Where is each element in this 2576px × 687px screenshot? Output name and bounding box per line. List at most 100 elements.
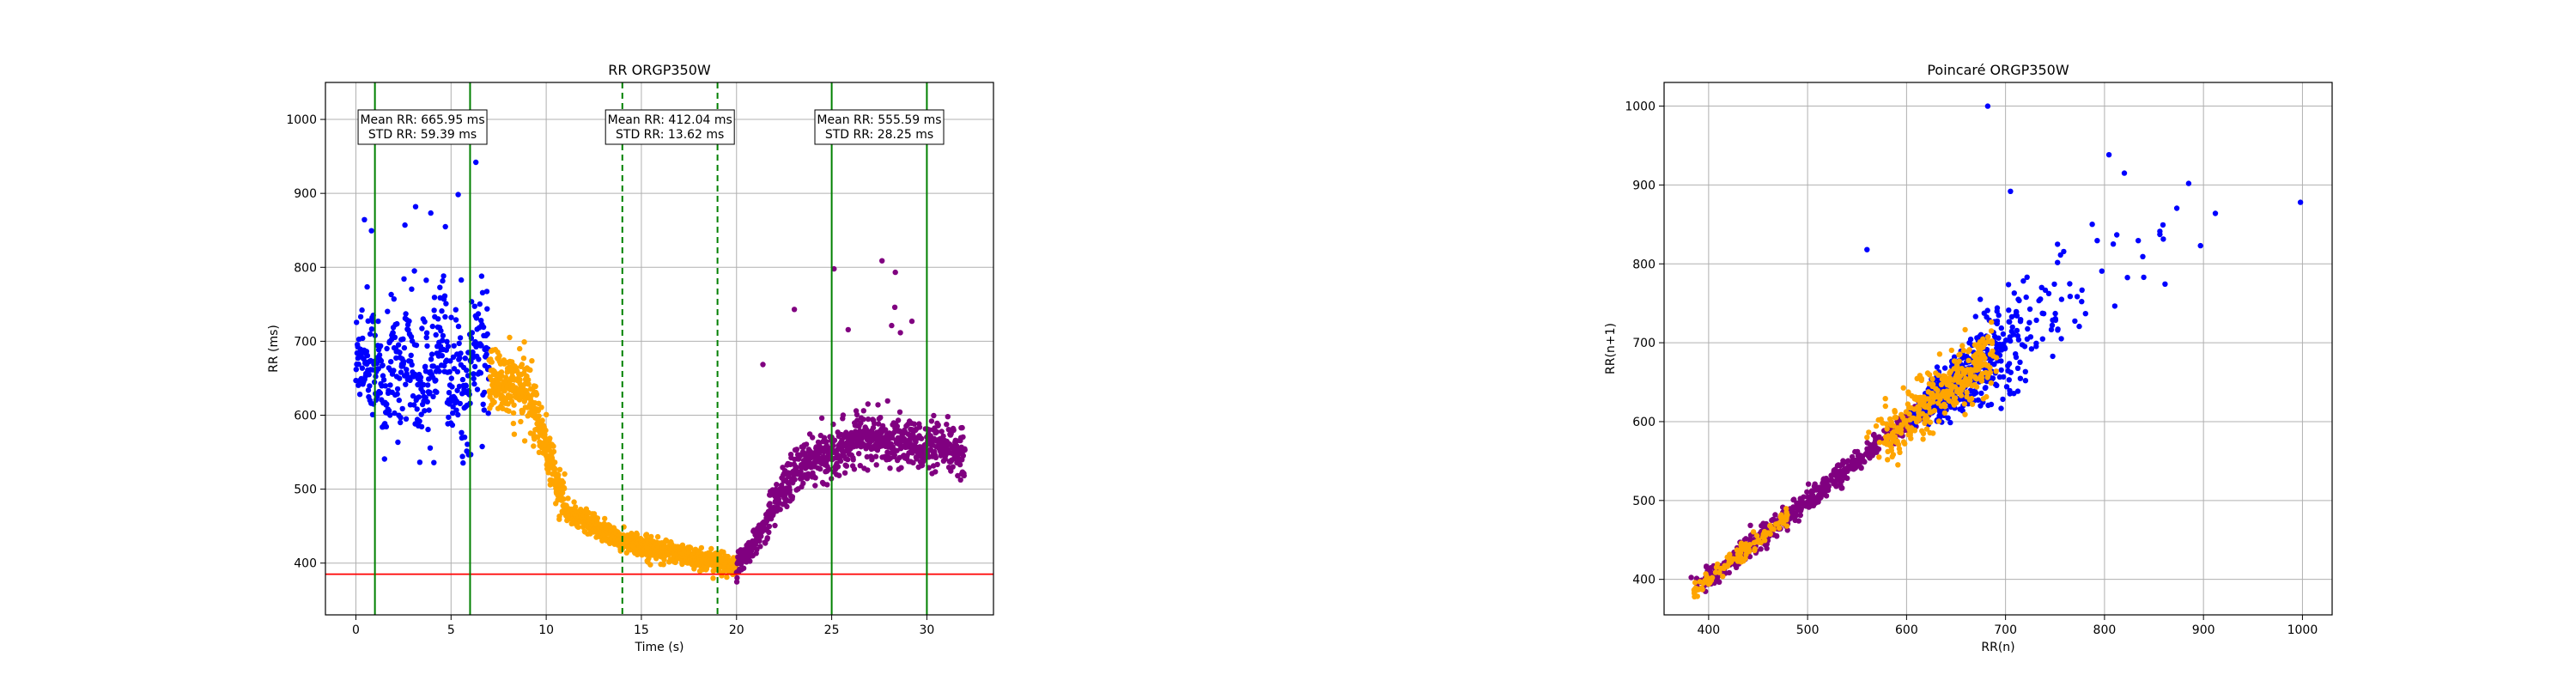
rr-point — [506, 408, 512, 414]
poincare-point — [1769, 525, 1775, 532]
rr-point — [957, 477, 963, 483]
rr-point — [878, 415, 884, 421]
rr-point — [459, 376, 466, 383]
poincare-point — [2014, 365, 2021, 371]
rr-point — [887, 465, 893, 471]
rr-point — [424, 343, 430, 350]
rr-point — [480, 324, 487, 331]
rr-point — [865, 467, 871, 473]
rr-point — [896, 409, 903, 415]
poincare-point — [1803, 503, 1809, 509]
rr-point — [511, 402, 517, 408]
poincare-point — [1849, 461, 1855, 468]
rr-point — [416, 418, 422, 424]
rr-x-tick-label: 25 — [824, 623, 840, 637]
rr-point — [764, 535, 770, 541]
rr-points — [353, 159, 968, 585]
rr-point — [443, 301, 449, 307]
poincare-point — [2197, 242, 2203, 249]
poincare-point — [2026, 306, 2033, 313]
poincare-point — [1918, 377, 1924, 384]
poincare-x-tick-label: 500 — [1796, 623, 1820, 637]
poincare-point — [1888, 447, 1894, 453]
rr-point — [562, 485, 568, 492]
rr-point — [399, 405, 405, 412]
poincare-point — [1921, 404, 1928, 410]
poincare-point — [1947, 382, 1953, 389]
poincare-point — [1753, 532, 1760, 539]
poincare-point — [2022, 378, 2029, 384]
poincare-point — [1873, 444, 1880, 451]
rr-point — [383, 423, 390, 430]
rr-point — [895, 417, 902, 423]
rr-point — [436, 368, 442, 374]
poincare-point — [2017, 359, 2023, 365]
poincare-point — [1998, 367, 2004, 374]
poincare-point — [1873, 423, 1880, 429]
rr-point — [403, 416, 410, 422]
rr-point — [481, 389, 488, 396]
rr-annotation-std: STD RR: 28.25 ms — [825, 128, 933, 142]
poincare-point — [2055, 326, 2061, 332]
rr-point — [440, 332, 447, 339]
poincare-x-tick-label: 800 — [2093, 623, 2117, 637]
poincare-point — [1987, 365, 1993, 371]
rr-point — [758, 533, 764, 539]
poincare-point — [1959, 343, 1965, 349]
poincare-point — [2033, 340, 2039, 346]
rr-point — [427, 445, 434, 451]
rr-point — [397, 375, 403, 381]
poincare-point — [2023, 294, 2029, 301]
poincare-point — [2000, 396, 2006, 403]
poincare-point — [1988, 380, 1994, 386]
poincare-point — [1972, 356, 1979, 363]
rr-point — [416, 459, 423, 465]
poincare-point — [1954, 369, 1961, 375]
rr-point — [889, 322, 895, 329]
rr-point — [419, 325, 425, 331]
poincare-point — [1947, 419, 1953, 426]
poincare-point — [1975, 344, 1981, 351]
rr-point — [388, 359, 394, 365]
rr-point — [962, 447, 968, 453]
poincare-x-tick-label: 1000 — [2287, 623, 2318, 637]
poincare-point — [2018, 317, 2024, 323]
poincare-point — [2038, 284, 2044, 290]
rr-point — [394, 391, 400, 398]
poincare-point — [1767, 531, 1773, 537]
poincare-point — [1973, 365, 1979, 371]
poincare-point — [2089, 222, 2095, 228]
poincare-point — [1931, 407, 1938, 414]
rr-point — [395, 439, 401, 446]
poincare-point — [2006, 377, 2012, 383]
poincare-point — [2297, 199, 2304, 205]
poincare-chart: 400 500 600 700 800 900 1000 400 500 600 700 800 90… — [1604, 62, 2333, 654]
poincare-point — [1984, 307, 1990, 313]
rr-point — [425, 382, 431, 388]
poincare-point — [1820, 478, 1826, 484]
rr-point — [448, 314, 454, 320]
rr-point — [950, 464, 956, 470]
rr-point — [935, 422, 941, 429]
poincare-point — [2072, 318, 2078, 325]
rr-point — [565, 495, 571, 502]
poincare-point — [1990, 348, 1996, 355]
rr-annotation-std: STD RR: 59.39 ms — [368, 128, 477, 142]
rr-point — [447, 368, 453, 375]
poincare-point — [1941, 410, 1948, 416]
poincare-point — [1998, 325, 2004, 331]
rr-point — [401, 344, 408, 351]
poincare-point — [1871, 431, 1877, 438]
poincare-point — [1699, 587, 1705, 593]
rr-point — [556, 466, 563, 472]
rr-point — [413, 342, 420, 349]
poincare-point — [1978, 390, 1984, 397]
rr-point — [884, 398, 890, 404]
poincare-point — [2007, 387, 2013, 394]
rr-point — [454, 368, 461, 375]
rr-point — [760, 362, 766, 368]
rr-point — [471, 363, 478, 370]
poincare-point — [1778, 514, 1785, 520]
poincare-point — [2121, 170, 2128, 176]
poincare-point — [2076, 323, 2082, 330]
